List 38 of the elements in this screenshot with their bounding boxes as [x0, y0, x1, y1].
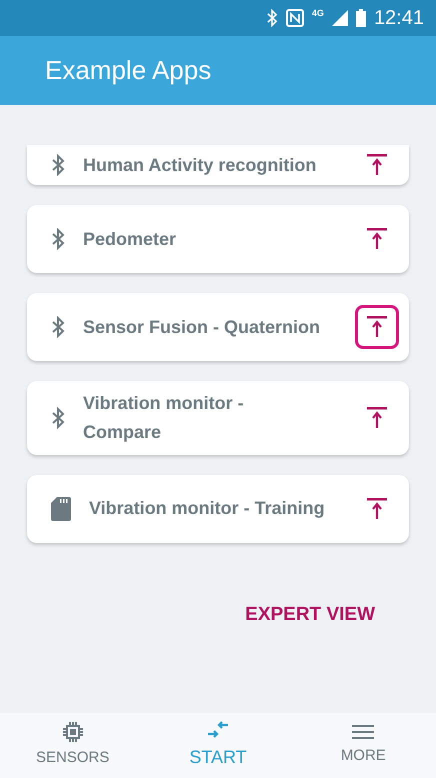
upload-icon [367, 498, 387, 520]
app-card[interactable]: Sensor Fusion - Quaternion [27, 293, 409, 361]
nav-label: SENSORS [36, 748, 110, 768]
app-card[interactable]: Vibration monitor - Compare [27, 381, 409, 455]
nav-tab[interactable]: START [145, 713, 291, 778]
menu-icon [351, 723, 376, 742]
bluetooth-icon [266, 9, 278, 27]
upload-icon [367, 406, 387, 429]
upload-icon [367, 316, 387, 338]
expert-view-link[interactable]: EXPERT VIEW [245, 600, 375, 630]
upload-icon [367, 228, 387, 250]
app-name: Sensor Fusion - Quaternion [83, 316, 322, 339]
nav-label: MORE [340, 746, 386, 766]
app-card[interactable]: Human Activity recognition [27, 145, 409, 185]
battery-icon [356, 9, 366, 27]
app-card[interactable]: Pedometer [27, 205, 409, 273]
network-type: 4G [312, 9, 324, 18]
app-title: Example Apps [45, 54, 212, 87]
nav-tab[interactable]: SENSORS [0, 713, 146, 778]
signal-icon [332, 10, 348, 26]
chip-icon [62, 721, 84, 744]
swap-arrows-icon [206, 720, 230, 740]
bluetooth-icon [51, 316, 65, 338]
bluetooth-icon [51, 228, 65, 250]
nav-tab[interactable]: MORE [290, 713, 436, 778]
app-name: Vibration monitor - Training [89, 497, 326, 520]
bluetooth-icon [51, 154, 65, 176]
clock: 12:41 [374, 6, 424, 31]
app-name: Pedometer [83, 228, 178, 251]
upload-icon [367, 154, 387, 176]
app-name: Vibration monitor - Compare [83, 392, 245, 444]
bluetooth-icon [51, 406, 65, 429]
app-name: Human Activity recognition [83, 154, 318, 177]
nav-label: START [189, 746, 247, 769]
app-card[interactable]: Vibration monitor - Training [27, 474, 409, 543]
nfc-icon [286, 9, 304, 27]
sd-card-icon [51, 496, 71, 521]
highlighted-upload-button[interactable] [355, 305, 399, 349]
